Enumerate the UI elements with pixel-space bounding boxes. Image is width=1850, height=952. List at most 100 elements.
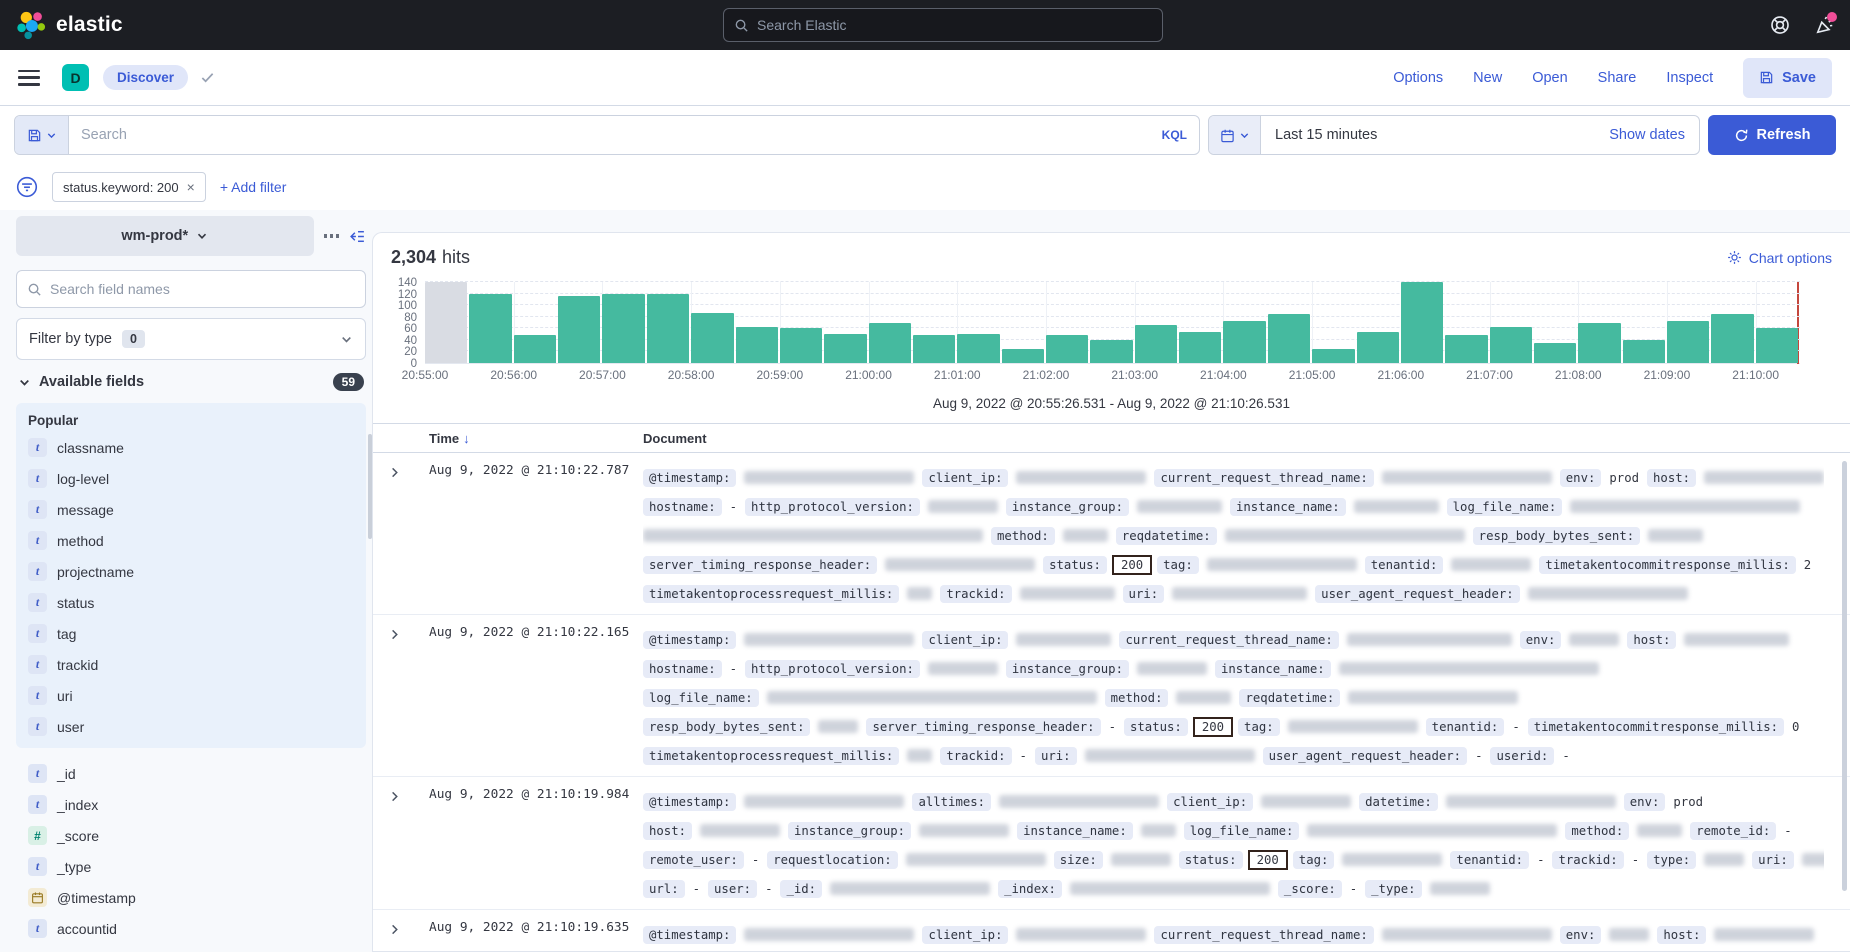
- quick-select-button[interactable]: [1209, 116, 1261, 154]
- field-item-status[interactable]: tstatus: [28, 587, 354, 618]
- global-search[interactable]: [723, 8, 1163, 42]
- add-filter-link[interactable]: + Add filter: [220, 179, 287, 195]
- histogram-bar[interactable]: [469, 294, 511, 363]
- field-item-@timestamp[interactable]: @timestamp: [28, 882, 354, 913]
- histogram-bar[interactable]: [1179, 332, 1221, 363]
- histogram-bar[interactable]: [1357, 332, 1399, 363]
- histogram-bar[interactable]: [824, 334, 866, 364]
- field-item-method[interactable]: tmethod: [28, 525, 354, 556]
- breadcrumb[interactable]: Discover: [103, 65, 188, 90]
- histogram-bar[interactable]: [602, 294, 644, 363]
- field-item-log-level[interactable]: tlog-level: [28, 463, 354, 494]
- histogram-bar[interactable]: [1756, 328, 1798, 363]
- histogram-bar[interactable]: [869, 323, 911, 364]
- new-link[interactable]: New: [1473, 70, 1502, 86]
- menu-icon[interactable]: [18, 70, 40, 86]
- histogram-bar[interactable]: [1135, 325, 1177, 363]
- histogram-bar[interactable]: [780, 328, 822, 363]
- filter-icon[interactable]: [16, 176, 38, 198]
- newsfeed-icon[interactable]: [1814, 15, 1834, 35]
- document-line: hostname:-http_protocol_version:instance…: [643, 654, 1824, 683]
- field-item-message[interactable]: tmessage: [28, 494, 354, 525]
- histogram-bar[interactable]: [1223, 321, 1265, 363]
- field-name: trackid: [57, 657, 98, 673]
- histogram-bar-partial[interactable]: [425, 282, 467, 363]
- expand-row-icon[interactable]: [373, 625, 415, 770]
- document-line: timetakentoprocessrequest_millis:trackid…: [643, 579, 1824, 608]
- histogram-bar[interactable]: [1312, 349, 1354, 363]
- field-item-tag[interactable]: ttag: [28, 618, 354, 649]
- refresh-button[interactable]: Refresh: [1708, 115, 1836, 155]
- share-link[interactable]: Share: [1598, 70, 1637, 86]
- histogram-bar[interactable]: [1711, 314, 1753, 363]
- table-scrollbar[interactable]: [1842, 461, 1847, 891]
- kql-button[interactable]: KQL: [1150, 128, 1199, 142]
- histogram-bar[interactable]: [1046, 335, 1088, 363]
- histogram-bar[interactable]: [1578, 323, 1620, 364]
- inspect-link[interactable]: Inspect: [1666, 70, 1713, 86]
- show-dates-link[interactable]: Show dates: [1609, 127, 1699, 143]
- histogram-bar[interactable]: [957, 334, 999, 363]
- open-link[interactable]: Open: [1532, 70, 1567, 86]
- field-item-projectname[interactable]: tprojectname: [28, 556, 354, 587]
- time-range-value[interactable]: Last 15 minutes: [1261, 127, 1391, 143]
- histogram-bar[interactable]: [1623, 340, 1665, 363]
- histogram-bar[interactable]: [1268, 314, 1310, 363]
- collapse-sidebar-icon[interactable]: [349, 228, 366, 245]
- field-value: -: [1020, 749, 1027, 763]
- histogram-bar[interactable]: [913, 335, 955, 363]
- elastic-brand[interactable]: elastic: [16, 10, 123, 40]
- redacted-value: [1569, 633, 1619, 646]
- field-item-_index[interactable]: t_index: [28, 789, 354, 820]
- histogram-bar[interactable]: [736, 327, 778, 363]
- histogram-bar[interactable]: [691, 313, 733, 363]
- help-icon[interactable]: [1770, 15, 1790, 35]
- histogram-bar[interactable]: [1002, 349, 1044, 363]
- chart-options-button[interactable]: Chart options: [1727, 250, 1832, 266]
- field-name-search[interactable]: [16, 270, 366, 308]
- field-item-_type[interactable]: t_type: [28, 851, 354, 882]
- histogram-bar[interactable]: [647, 294, 689, 363]
- field-item-classname[interactable]: tclassname: [28, 432, 354, 463]
- expand-row-icon[interactable]: [373, 787, 415, 903]
- remove-filter-icon[interactable]: ×: [187, 179, 195, 195]
- field-item-_score[interactable]: #_score: [28, 820, 354, 851]
- options-link[interactable]: Options: [1393, 70, 1443, 86]
- discover-app-badge[interactable]: D: [62, 64, 89, 91]
- histogram-bar[interactable]: [1667, 321, 1709, 363]
- available-fields-header[interactable]: Available fields 59: [16, 373, 366, 391]
- histogram-bar[interactable]: [514, 335, 556, 363]
- save-button[interactable]: Save: [1743, 58, 1832, 98]
- results-panel: 2,304 hits Chart options 020406080: [372, 232, 1850, 952]
- redacted-value: [1704, 471, 1824, 484]
- histogram-bar[interactable]: [1445, 335, 1487, 363]
- field-item-uri[interactable]: turi: [28, 680, 354, 711]
- field-settings-icon[interactable]: [324, 234, 340, 238]
- filter-by-type[interactable]: Filter by type 0: [16, 318, 366, 360]
- highlighted-value: 200: [1112, 555, 1152, 575]
- search-input[interactable]: [69, 127, 1150, 143]
- histogram-bar[interactable]: [1534, 343, 1576, 363]
- field-pill: server_timing_response_header:: [866, 718, 1100, 736]
- field-item-accountid[interactable]: taccountid: [28, 913, 354, 944]
- field-name-search-input[interactable]: [50, 281, 355, 297]
- histogram-bar[interactable]: [558, 296, 600, 363]
- time-column-header[interactable]: Time ↓: [415, 431, 643, 446]
- field-item-_id[interactable]: t_id: [28, 758, 354, 789]
- redacted-value: [919, 824, 1009, 837]
- field-pill: datetime:: [1359, 793, 1438, 811]
- field-pill: host:: [1647, 469, 1696, 487]
- histogram-bar[interactable]: [1401, 282, 1443, 363]
- global-search-input[interactable]: [757, 17, 1152, 33]
- saved-query-button[interactable]: [15, 116, 69, 154]
- index-pattern-picker[interactable]: wm-prod*: [16, 216, 314, 256]
- filter-pill-status[interactable]: status.keyword: 200 ×: [52, 172, 206, 202]
- expand-row-icon[interactable]: [373, 463, 415, 608]
- field-pill: timetakentocommitresponse_millis:: [1528, 718, 1784, 736]
- histogram-bar[interactable]: [1490, 327, 1532, 363]
- histogram-bar[interactable]: [1090, 340, 1132, 363]
- sort-descending-icon[interactable]: ↓: [463, 431, 470, 446]
- expand-row-icon[interactable]: [373, 920, 415, 949]
- field-item-user[interactable]: tuser: [28, 711, 354, 742]
- field-item-trackid[interactable]: ttrackid: [28, 649, 354, 680]
